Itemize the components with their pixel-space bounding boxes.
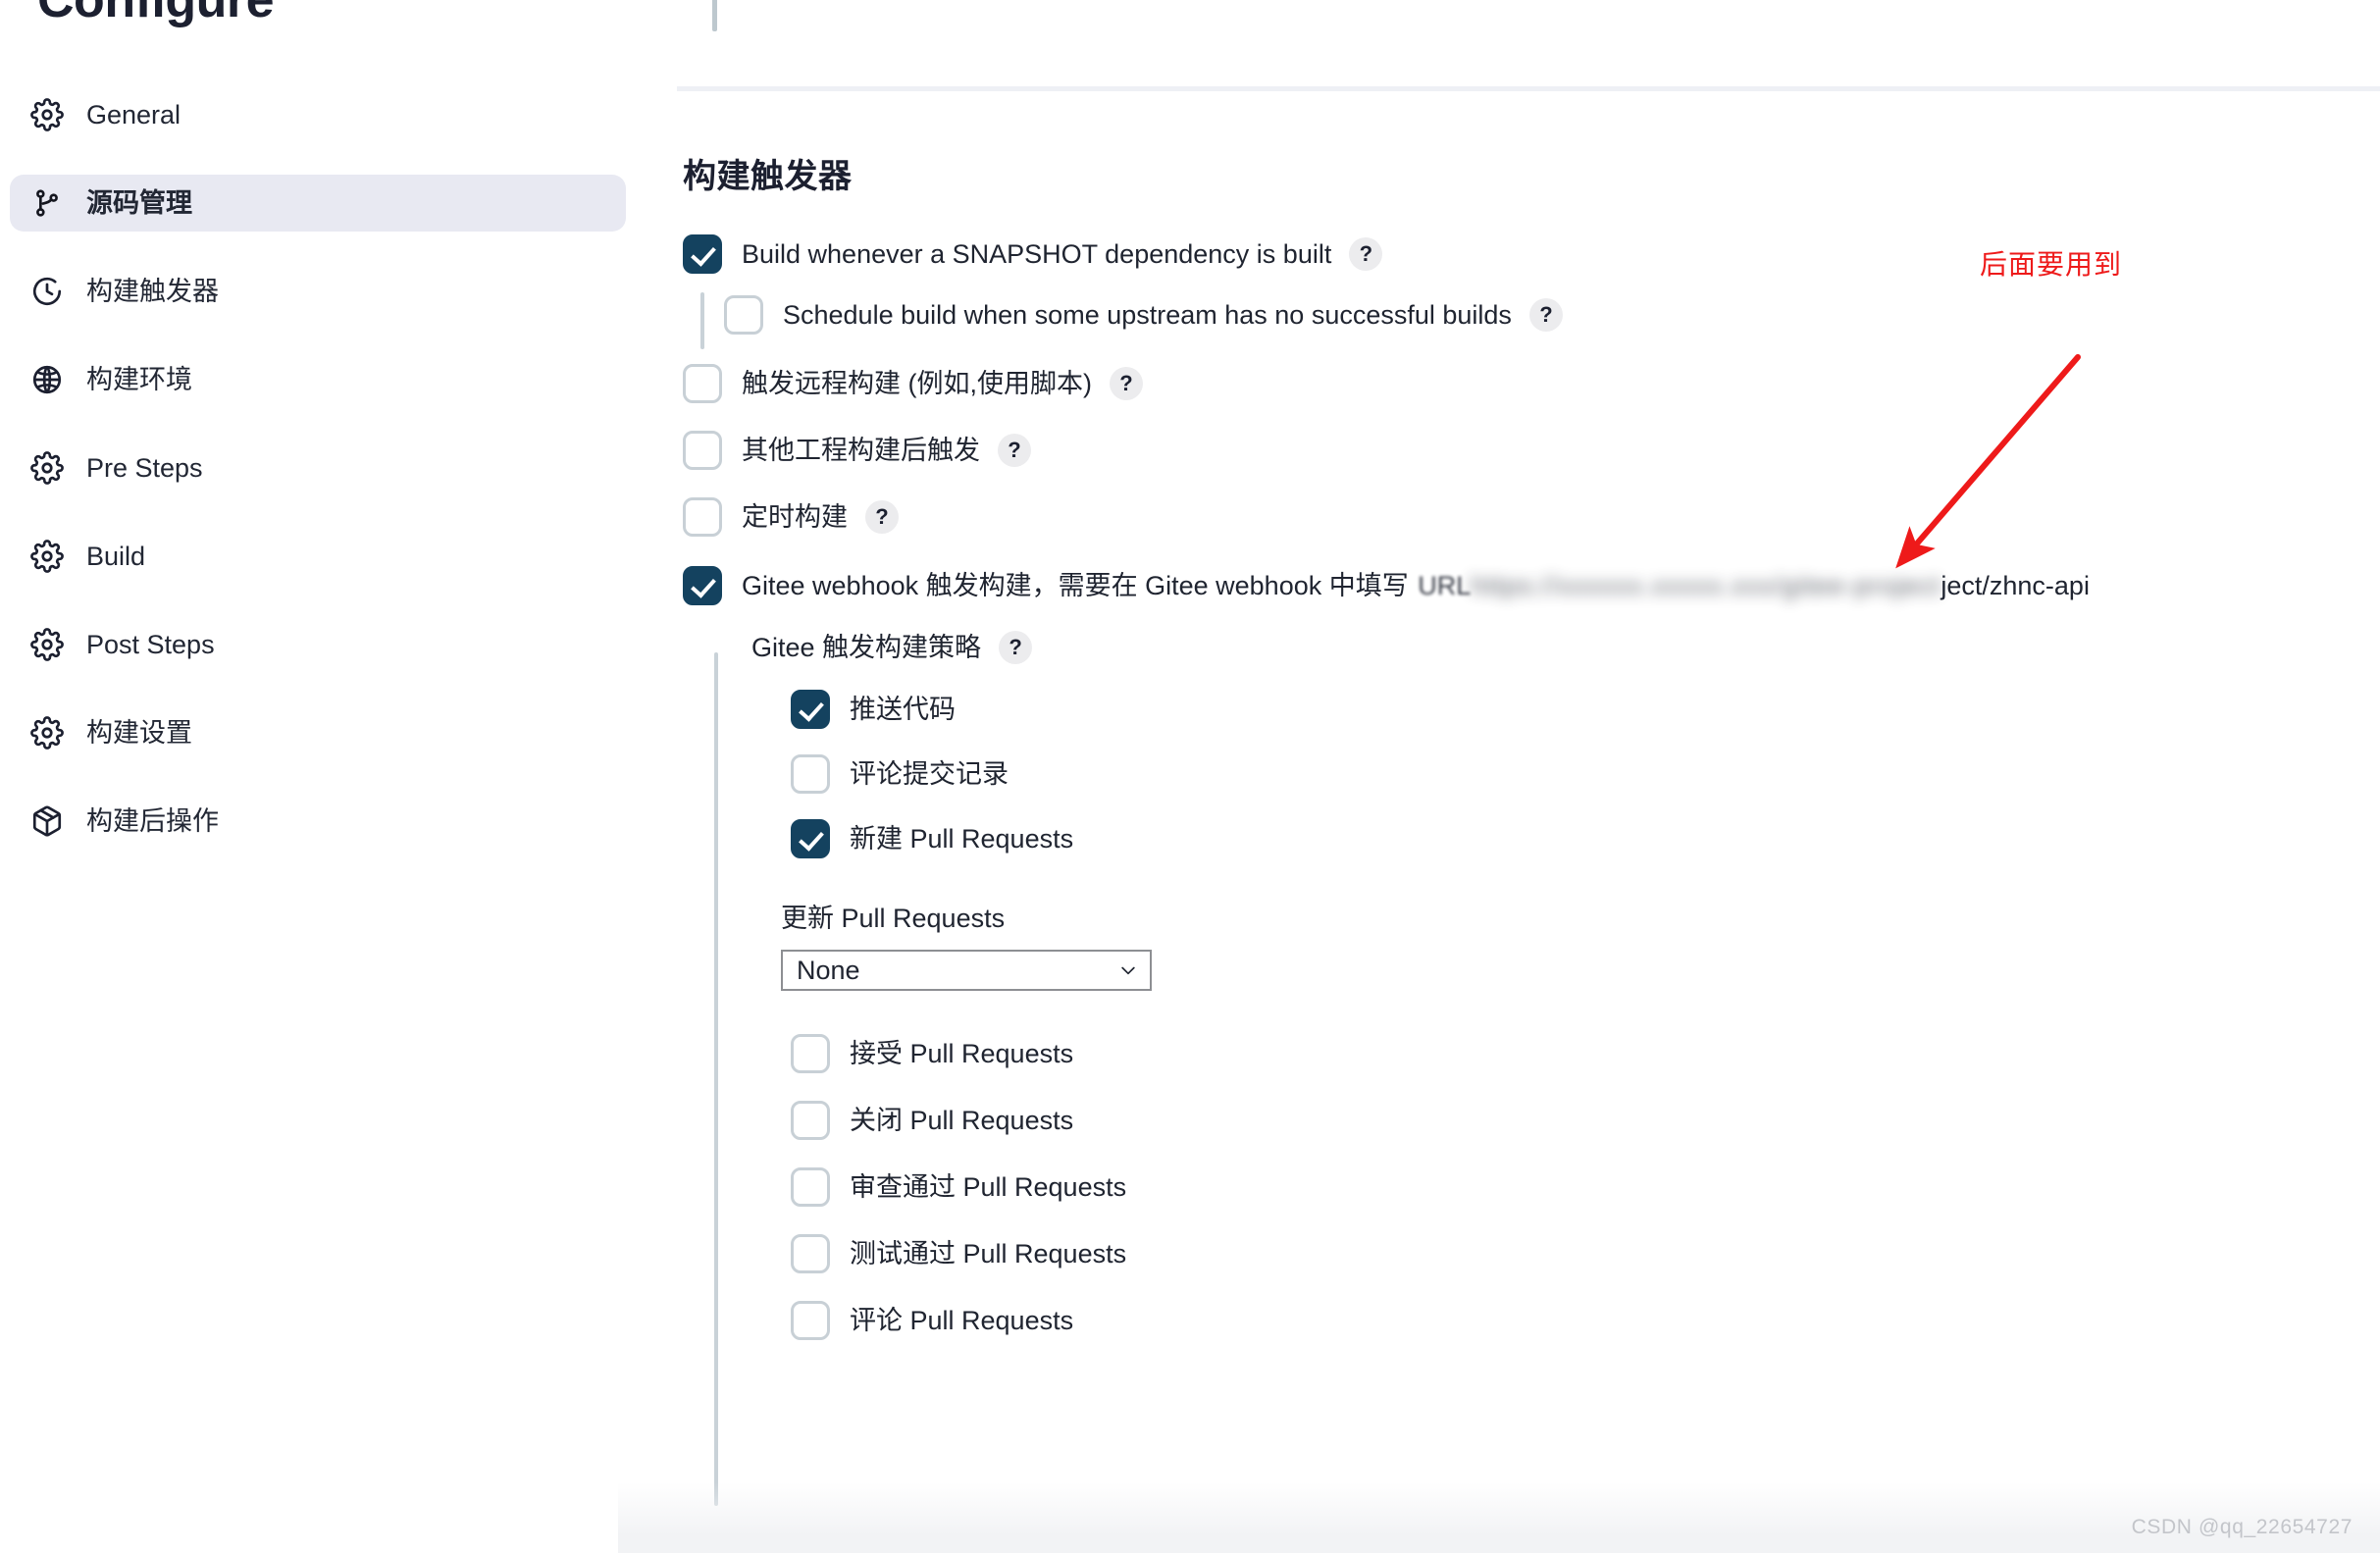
trigger-label: 定时构建 xyxy=(742,501,848,532)
pr-action-close[interactable]: 关闭 Pull Requests xyxy=(791,1101,2380,1140)
checkbox-push-code[interactable] xyxy=(791,690,830,729)
sidebar-item-label: 源码管理 xyxy=(86,187,192,218)
url-head: URL xyxy=(1418,570,1472,600)
sidebar-item-post-steps[interactable]: Post Steps xyxy=(10,616,626,673)
sidebar-item-label: 构建后操作 xyxy=(86,805,219,836)
trigger-row-schedule-upstream[interactable]: Schedule build when some upstream has no… xyxy=(724,295,2380,335)
sidebar-item-build-triggers[interactable]: 构建触发器 xyxy=(10,263,626,320)
option-label: 关闭 Pull Requests xyxy=(850,1105,1074,1135)
globe-icon xyxy=(29,362,65,397)
trigger-label: Build whenever a SNAPSHOT dependency is … xyxy=(742,238,1332,269)
option-label: 审查通过 Pull Requests xyxy=(850,1171,1127,1202)
option-label: 新建 Pull Requests xyxy=(850,823,1074,854)
chevron-down-icon xyxy=(1118,960,1138,980)
gear-icon xyxy=(29,627,65,662)
bottom-fade xyxy=(618,1482,2380,1553)
checkbox-comment-commit[interactable] xyxy=(791,754,830,794)
option-label: 推送代码 xyxy=(850,694,956,724)
pr-action-accept[interactable]: 接受 Pull Requests xyxy=(791,1034,2380,1073)
watermark: CSDN @qq_22654727 xyxy=(2131,1516,2353,1538)
option-label: 评论提交记录 xyxy=(850,758,1009,789)
gear-icon xyxy=(29,97,65,132)
checkbox-new-pull-requests[interactable] xyxy=(791,819,830,858)
url-masked: https://xxxxxx.xxxxx.xxx/gitee-project xyxy=(1471,570,1941,600)
checkbox-close-pull-requests[interactable] xyxy=(791,1101,830,1140)
annotation-arrow-icon xyxy=(1895,354,2081,569)
top-divider-stub xyxy=(712,0,717,31)
package-icon xyxy=(29,803,65,839)
checkbox-snapshot-dependency[interactable] xyxy=(683,234,722,274)
configure-sidebar: General 源码管理 构建触发器 构建环境 Pre Steps Build … xyxy=(0,86,638,850)
checkbox-gitee-webhook[interactable] xyxy=(683,566,722,605)
checkbox-test-passed-pull-requests[interactable] xyxy=(791,1234,830,1273)
sidebar-item-build-environment[interactable]: 构建环境 xyxy=(10,351,626,408)
gitee-strategy-label: Gitee 触发构建策略 xyxy=(751,632,982,662)
checkbox-scheduled-build[interactable] xyxy=(683,497,722,537)
branch-icon xyxy=(29,185,65,221)
sidebar-item-general[interactable]: General xyxy=(10,86,626,143)
trigger-row-snapshot[interactable]: Build whenever a SNAPSHOT dependency is … xyxy=(683,234,2380,274)
update-pr-label: 更新 Pull Requests xyxy=(781,904,1006,933)
gitee-option-push-code[interactable]: 推送代码 xyxy=(791,690,2380,729)
gear-icon xyxy=(29,450,65,486)
trigger-label: 触发远程构建 (例如,使用脚本) xyxy=(742,368,1092,398)
indent-guide xyxy=(700,292,704,349)
gear-icon xyxy=(29,715,65,751)
sidebar-item-build-settings[interactable]: 构建设置 xyxy=(10,704,626,761)
checkbox-remote-build[interactable] xyxy=(683,364,722,403)
indent-guide-gitee xyxy=(714,652,718,1506)
checkbox-comment-pull-requests[interactable] xyxy=(791,1301,830,1340)
trigger-label: 其他工程构建后触发 xyxy=(742,435,980,465)
help-icon[interactable]: ? xyxy=(999,631,1033,664)
gitee-option-comment-commit[interactable]: 评论提交记录 xyxy=(791,754,2380,794)
sidebar-item-label: 构建环境 xyxy=(86,364,192,394)
build-triggers-panel: 构建触发器 Build whenever a SNAPSHOT dependen… xyxy=(677,118,2380,1506)
checkbox-schedule-upstream[interactable] xyxy=(724,295,763,335)
help-icon[interactable]: ? xyxy=(1110,367,1143,400)
sidebar-item-label: 构建设置 xyxy=(86,717,192,748)
section-title: 构建触发器 xyxy=(683,158,853,195)
option-label: 测试通过 Pull Requests xyxy=(850,1238,1127,1268)
gitee-webhook-text: Gitee webhook 触发构建，需要在 Gitee webhook 中填写 xyxy=(742,570,1417,600)
gitee-option-new-pr[interactable]: 新建 Pull Requests xyxy=(791,819,2380,858)
annotation-text: 后面要用到 xyxy=(1980,249,2123,280)
page-title: Configure xyxy=(37,0,275,28)
gitee-strategy-row: Gitee 触发构建策略 ? xyxy=(751,631,2380,664)
sidebar-item-label: 构建触发器 xyxy=(86,276,219,306)
sidebar-item-label: Post Steps xyxy=(86,629,215,659)
sidebar-item-pre-steps[interactable]: Pre Steps xyxy=(10,440,626,496)
gear-icon xyxy=(29,539,65,574)
option-label: 评论 Pull Requests xyxy=(850,1305,1074,1335)
trigger-row-after-other-projects[interactable]: 其他工程构建后触发 ? xyxy=(683,431,2380,470)
update-pr-field: 更新 Pull Requests None xyxy=(781,906,2380,991)
pr-action-test-passed[interactable]: 测试通过 Pull Requests xyxy=(791,1234,2380,1273)
sidebar-item-label: Build xyxy=(86,541,146,571)
help-icon[interactable]: ? xyxy=(865,500,899,534)
update-pr-select[interactable]: None xyxy=(781,950,1152,991)
trigger-row-remote-build[interactable]: 触发远程构建 (例如,使用脚本) ? xyxy=(683,364,2380,403)
option-label: 接受 Pull Requests xyxy=(850,1038,1074,1068)
trigger-label: Schedule build when some upstream has no… xyxy=(783,299,1512,330)
sidebar-item-build[interactable]: Build xyxy=(10,528,626,585)
sidebar-item-label: Pre Steps xyxy=(86,452,203,483)
sidebar-item-label: General xyxy=(86,99,181,129)
header-separator xyxy=(677,86,2380,91)
help-icon[interactable]: ? xyxy=(998,434,1031,467)
help-icon[interactable]: ? xyxy=(1349,237,1383,271)
pr-action-comment[interactable]: 评论 Pull Requests xyxy=(791,1301,2380,1340)
trigger-row-scheduled-build[interactable]: 定时构建 ? xyxy=(683,497,2380,537)
help-icon[interactable]: ? xyxy=(1528,298,1563,332)
checkbox-after-other-projects[interactable] xyxy=(683,431,722,470)
sidebar-item-scm[interactable]: 源码管理 xyxy=(10,175,626,232)
checkbox-review-passed-pull-requests[interactable] xyxy=(791,1167,830,1207)
trigger-row-gitee-webhook[interactable]: Gitee webhook 触发构建，需要在 Gitee webhook 中填写… xyxy=(683,566,2380,605)
clock-icon xyxy=(29,274,65,309)
pr-action-review-passed[interactable]: 审查通过 Pull Requests xyxy=(791,1167,2380,1207)
checkbox-accept-pull-requests[interactable] xyxy=(791,1034,830,1073)
update-pr-value: None xyxy=(797,955,860,985)
sidebar-item-post-build-actions[interactable]: 构建后操作 xyxy=(10,793,626,850)
